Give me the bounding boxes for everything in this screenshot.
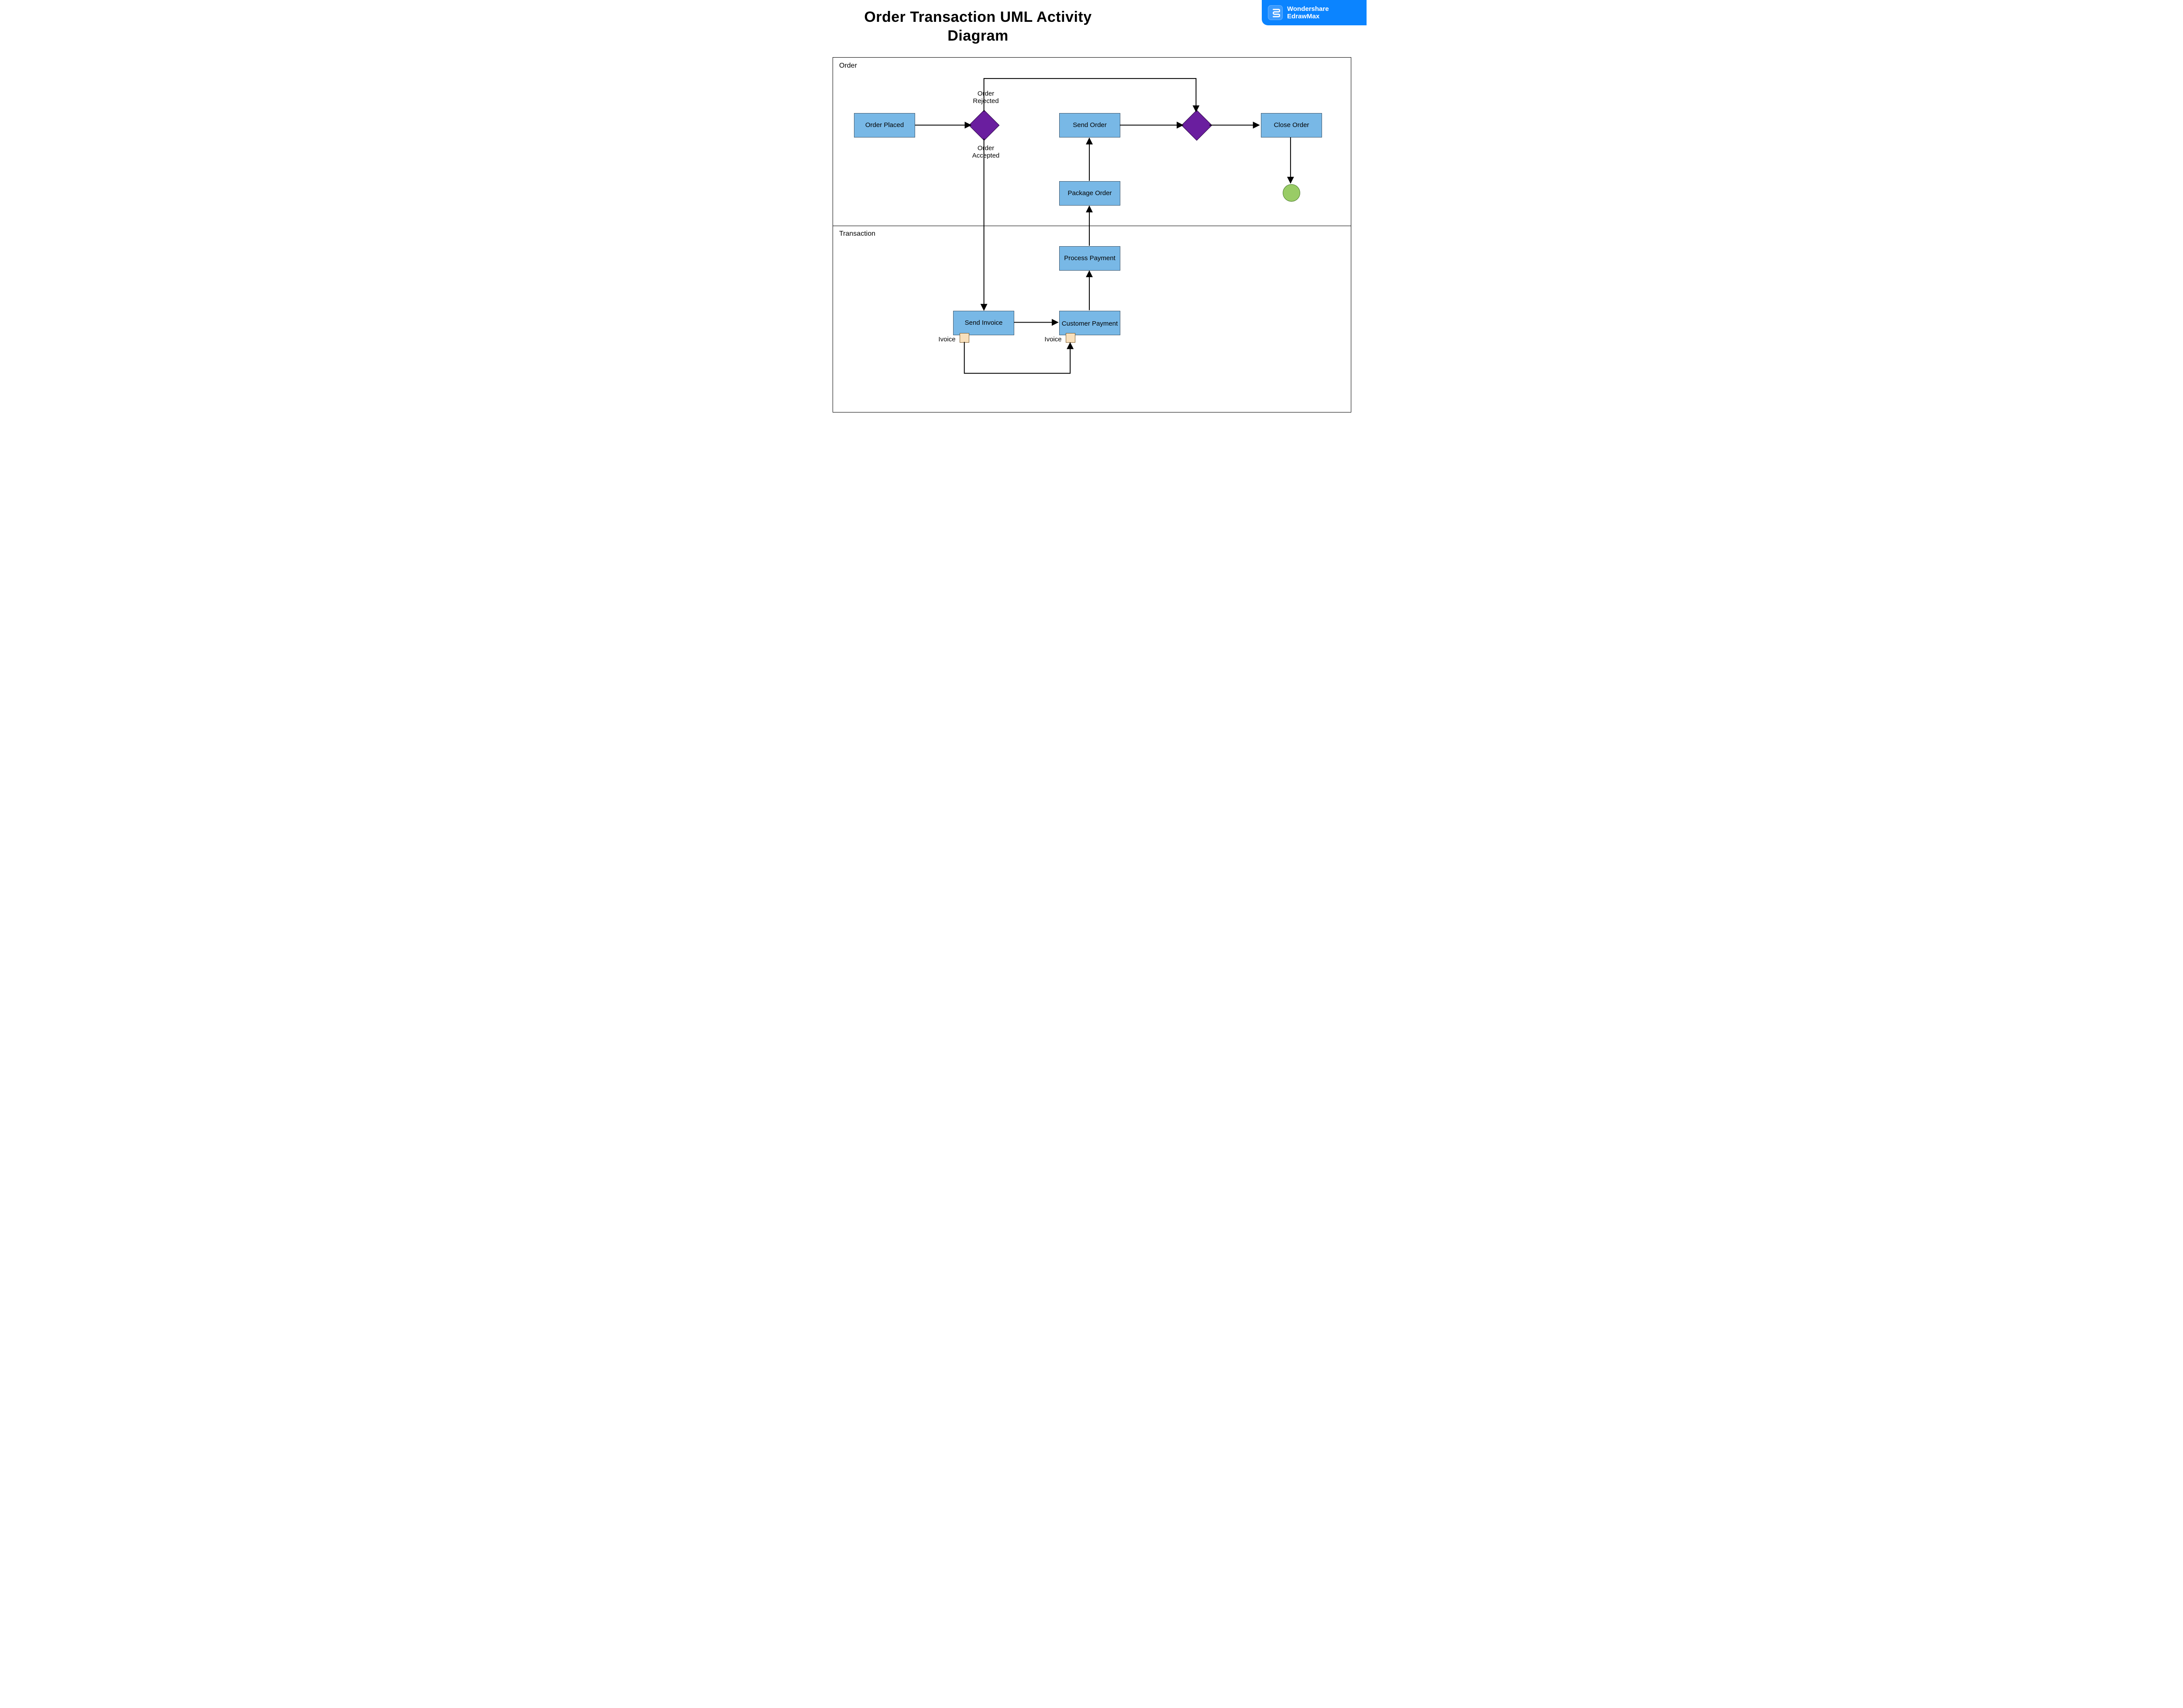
activity-process-payment: Process Payment xyxy=(1059,246,1120,271)
edges-layer xyxy=(833,58,1351,412)
activity-close-order: Close Order xyxy=(1261,113,1322,137)
brand-line1: Wondershare xyxy=(1287,5,1329,13)
brand-badge: Wondershare EdrawMax xyxy=(1262,0,1367,25)
object-pin-invoice-in xyxy=(1066,333,1075,343)
pin-label-invoice-out: Ivoice xyxy=(936,336,958,344)
diagram-canvas: Order Transaction UML Activity Diagram W… xyxy=(816,0,1367,430)
activity-customer-payment: Customer Payment xyxy=(1059,311,1120,335)
diagram-title: Order Transaction UML Activity Diagram xyxy=(856,8,1100,45)
activity-package-order: Package Order xyxy=(1059,181,1120,206)
activity-send-invoice: Send Invoice xyxy=(953,311,1014,335)
merge-node xyxy=(1181,110,1212,141)
lane-label-order: Order xyxy=(839,62,857,70)
lane-label-transaction: Transaction xyxy=(839,230,875,238)
brand-text: Wondershare EdrawMax xyxy=(1287,5,1329,21)
activity-send-order: Send Order xyxy=(1059,113,1120,137)
swimlane-container: Order Transaction Order Placed Send Orde… xyxy=(833,57,1351,412)
decision-label-rejected: Order Rejected xyxy=(971,90,1001,105)
final-node xyxy=(1283,184,1300,202)
decision-label-accepted: Order Accepted xyxy=(971,145,1001,159)
activity-order-placed: Order Placed xyxy=(854,113,915,137)
decision-order-accept-reject xyxy=(969,110,1000,141)
object-pin-invoice-out xyxy=(960,333,969,343)
brand-line2: EdrawMax xyxy=(1287,13,1329,20)
edrawmax-logo-icon xyxy=(1268,5,1283,20)
pin-label-invoice-in: Ivoice xyxy=(1042,336,1064,344)
